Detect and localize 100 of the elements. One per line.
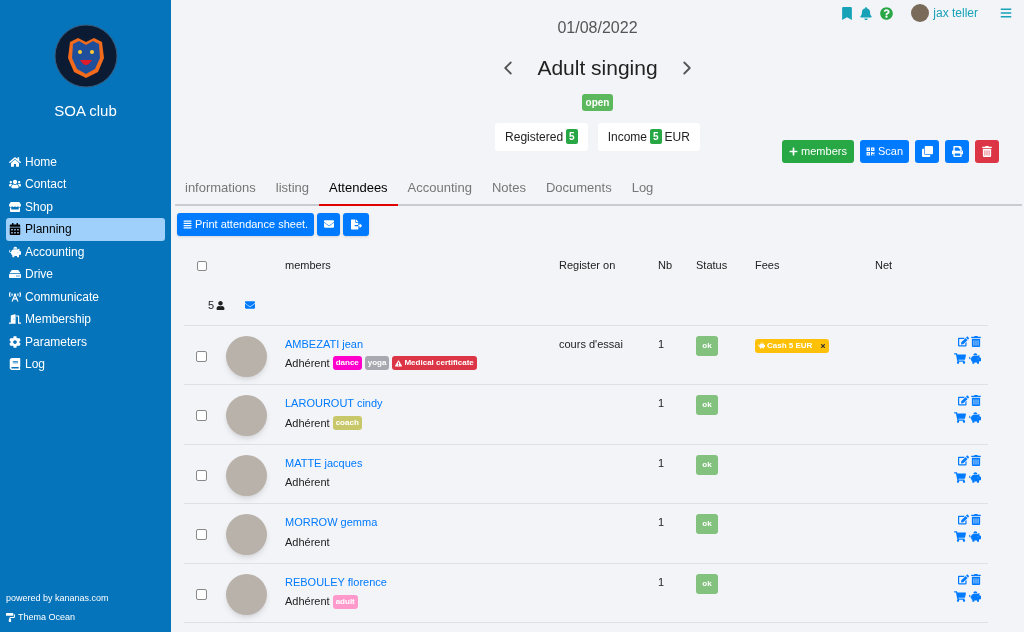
column-header: Fees — [755, 258, 781, 274]
event-title: Adult singing — [537, 55, 658, 81]
tab[interactable]: Notes — [481, 171, 536, 206]
add-members-button[interactable]: members — [782, 139, 854, 163]
avatar — [226, 454, 267, 496]
gear-icon — [9, 335, 21, 348]
scan-button[interactable]: Scan — [859, 139, 909, 163]
member-name-link[interactable]: REBOULEY florence — [285, 573, 559, 591]
cart-icon[interactable] — [954, 471, 966, 483]
sidebar-item[interactable]: Log — [6, 353, 165, 376]
status-badge: ok — [696, 514, 718, 535]
trash-icon[interactable] — [971, 514, 981, 526]
row-checkbox[interactable] — [196, 529, 207, 541]
column-header: Register on — [559, 258, 617, 274]
status-badge: ok — [696, 335, 718, 356]
trash-icon — [982, 145, 992, 157]
column-header: Nb — [658, 258, 674, 274]
sidebar-item[interactable]: Contact — [6, 173, 165, 196]
trash-icon[interactable] — [971, 454, 981, 466]
tab[interactable]: Documents — [535, 171, 622, 206]
avatar — [226, 514, 267, 556]
help-icon[interactable] — [880, 6, 894, 20]
member-name-link[interactable]: AMBEZATI jean — [285, 335, 559, 352]
user-name[interactable]: jax teller — [933, 4, 978, 22]
trash-icon[interactable] — [971, 573, 981, 585]
remove-icon[interactable] — [820, 342, 827, 349]
member-role: Adhérent — [285, 534, 330, 550]
house-icon — [9, 155, 21, 168]
print-button[interactable] — [945, 139, 969, 163]
sidebar-item[interactable]: Parameters — [6, 330, 165, 353]
tab[interactable]: informations — [175, 171, 266, 206]
sidebar-item[interactable]: Planning — [6, 218, 165, 241]
bookmark-icon[interactable] — [842, 6, 853, 20]
tab[interactable]: Attendees — [319, 171, 398, 206]
status-badge: ok — [696, 454, 718, 475]
row-checkbox[interactable] — [196, 588, 207, 600]
avatar — [226, 335, 267, 377]
club-name: SOA club — [54, 101, 117, 121]
person-icon — [216, 300, 226, 310]
envelope-icon[interactable] — [245, 300, 256, 310]
sidebar-item[interactable]: Drive — [6, 263, 165, 286]
nb-cell: 1 — [658, 456, 665, 469]
member-name-link[interactable]: MORROW gemma — [285, 514, 559, 531]
nb-cell: 1 — [658, 516, 665, 529]
print-attendance-button[interactable]: Print attendance sheet. — [177, 212, 315, 236]
sidebar-item[interactable]: Membership — [6, 308, 165, 331]
tag: yoga — [364, 356, 390, 371]
user-avatar[interactable] — [911, 4, 930, 22]
drive-icon — [9, 268, 21, 281]
status-badge: ok — [696, 395, 718, 416]
cart-icon[interactable] — [954, 352, 966, 364]
bell-icon[interactable] — [860, 6, 873, 20]
cart-icon[interactable] — [954, 590, 966, 602]
edit-icon[interactable] — [958, 395, 969, 407]
stat-label: Registered — [505, 128, 564, 146]
piggy-bank-icon[interactable] — [969, 590, 981, 602]
copy-icon — [921, 145, 933, 157]
edit-icon[interactable] — [958, 573, 969, 585]
member-count: 5 — [208, 297, 215, 313]
column-header: Net — [875, 258, 893, 274]
menu-icon[interactable] — [1000, 7, 1012, 19]
tab[interactable]: Accounting — [397, 171, 482, 206]
row-checkbox[interactable] — [196, 410, 207, 422]
file-export-icon — [350, 218, 362, 230]
tab[interactable]: listing — [265, 171, 320, 206]
avatar — [226, 573, 267, 615]
duplicate-button[interactable] — [915, 139, 939, 163]
trash-icon[interactable] — [971, 335, 981, 347]
piggy-bank-icon[interactable] — [969, 352, 981, 364]
list-icon — [183, 219, 192, 229]
email-button[interactable] — [317, 212, 341, 236]
member-role: Adhérent — [285, 356, 330, 371]
member-name-link[interactable]: LAROUROUT cindy — [285, 395, 559, 412]
row-checkbox[interactable] — [196, 469, 207, 481]
piggy-bank-icon[interactable] — [969, 412, 981, 424]
count-badge: 5 — [566, 129, 578, 144]
tag: dance — [332, 356, 362, 371]
edit-icon[interactable] — [958, 454, 969, 466]
edit-icon[interactable] — [958, 514, 969, 526]
sidebar-item[interactable]: Home — [6, 150, 165, 173]
edit-icon[interactable] — [958, 335, 969, 347]
sidebar-item[interactable]: Shop — [6, 195, 165, 218]
people-icon — [9, 178, 21, 191]
powered-by-text: powered by kananas.com — [6, 592, 110, 605]
select-all-checkbox[interactable] — [196, 260, 207, 271]
row-checkbox[interactable] — [196, 350, 207, 362]
export-button[interactable] — [343, 212, 370, 236]
cart-icon[interactable] — [954, 412, 966, 424]
antenna-icon — [9, 290, 21, 303]
sidebar-item[interactable]: Communicate — [6, 285, 165, 308]
delete-button[interactable] — [975, 139, 999, 163]
sidebar-item[interactable]: Accounting — [6, 240, 165, 263]
cart-icon[interactable] — [954, 531, 966, 543]
member-name-link[interactable]: MATTE jacques — [285, 454, 559, 472]
trash-icon[interactable] — [971, 395, 981, 407]
nb-cell: 1 — [658, 337, 665, 350]
fee-tag: Cash 5 EUR — [755, 338, 830, 353]
piggy-bank-icon[interactable] — [969, 531, 981, 543]
tab[interactable]: Log — [621, 171, 664, 206]
piggy-bank-icon[interactable] — [969, 471, 981, 483]
